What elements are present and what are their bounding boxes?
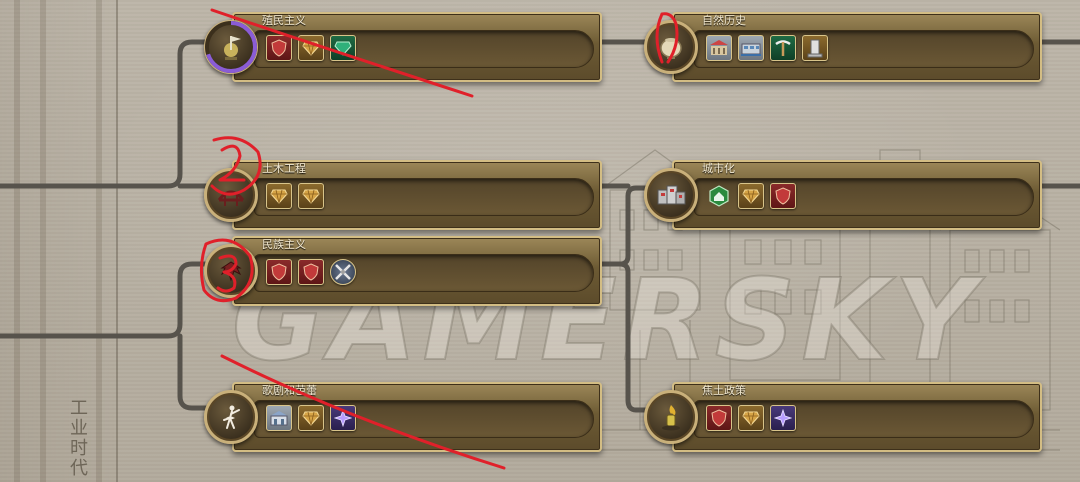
node-title: 殖民主义 (262, 14, 306, 27)
housing-hex-icon[interactable] (706, 183, 732, 209)
monument-icon[interactable] (802, 35, 828, 61)
eagle-banner-icon[interactable] (204, 244, 258, 298)
purple-star-icon[interactable] (330, 405, 356, 431)
civic-node-nationalism[interactable]: 民族主义 (204, 236, 602, 306)
unlock-icons (706, 183, 796, 209)
bridge-icon[interactable] (204, 168, 258, 222)
civic-node-opera-ballet[interactable]: 歌剧和芭蕾 (204, 382, 602, 452)
node-title: 城市化 (702, 162, 735, 175)
civic-node-civil-engineering[interactable]: 土木工程 (204, 160, 602, 230)
torch-icon[interactable] (644, 390, 698, 444)
red-shield-icon[interactable] (298, 259, 324, 285)
globe-flag-icon[interactable] (204, 20, 258, 74)
harbor-building-icon[interactable] (738, 35, 764, 61)
gem-icon[interactable] (738, 405, 764, 431)
gem-icon[interactable] (266, 183, 292, 209)
city-block-icon[interactable] (644, 168, 698, 222)
civics-tree-canvas[interactable]: 工业时代 GAMERSKY 殖民主义 自然历史 土木工程 城市化 民族主义 歌剧… (0, 0, 1080, 482)
red-shield-icon[interactable] (706, 405, 732, 431)
unlock-icons (266, 35, 356, 61)
node-title: 焦土政策 (702, 384, 746, 397)
red-shield-icon[interactable] (266, 35, 292, 61)
node-title: 民族主义 (262, 238, 306, 251)
red-shield-icon[interactable] (770, 183, 796, 209)
opera-house-icon[interactable] (266, 405, 292, 431)
node-title: 土木工程 (262, 162, 306, 175)
research-progress-ring (205, 21, 257, 73)
purple-star-icon[interactable] (770, 405, 796, 431)
node-title: 歌剧和芭蕾 (262, 384, 317, 397)
gem-icon[interactable] (298, 35, 324, 61)
red-shield-icon[interactable] (266, 259, 292, 285)
unlock-icons (266, 405, 356, 431)
civic-node-urbanization[interactable]: 城市化 (644, 160, 1042, 230)
crossed-swords-icon[interactable] (330, 259, 356, 285)
unlock-icons (266, 259, 356, 285)
civic-node-scorched-earth[interactable]: 焦土政策 (644, 382, 1042, 452)
unlock-icons (706, 405, 796, 431)
pickaxe-icon[interactable] (770, 35, 796, 61)
green-gem-icon[interactable] (330, 35, 356, 61)
urn-icon[interactable] (644, 20, 698, 74)
unlock-icons (266, 183, 324, 209)
gem-icon[interactable] (298, 183, 324, 209)
gem-icon[interactable] (738, 183, 764, 209)
civic-node-colonialism[interactable]: 殖民主义 (204, 12, 602, 82)
museum-building-icon[interactable] (706, 35, 732, 61)
node-title: 自然历史 (702, 14, 746, 27)
gem-icon[interactable] (298, 405, 324, 431)
civic-node-natural-history[interactable]: 自然历史 (644, 12, 1042, 82)
unlock-icons (706, 35, 828, 61)
ballerina-icon[interactable] (204, 390, 258, 444)
